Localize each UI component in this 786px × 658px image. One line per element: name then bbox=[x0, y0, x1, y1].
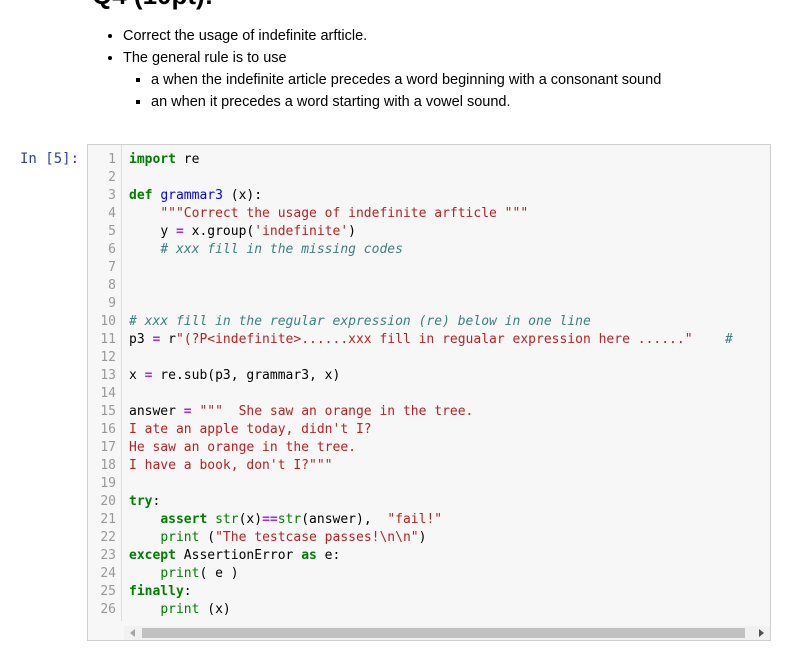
code-line-20: 20 try: bbox=[100, 494, 161, 509]
code-cell[interactable]: 1 import re 2 3 def grammar3 (x): 4 """Cor… bbox=[87, 144, 771, 641]
instruction-item: Correct the usage of indefinite arfticle… bbox=[123, 25, 661, 47]
code-line-4: 4 """Correct the usage of indefinite arf… bbox=[108, 206, 529, 221]
code-line-8: 8 bbox=[108, 278, 116, 293]
instruction-subitem: a when the indefinite article precedes a… bbox=[151, 69, 661, 91]
code-line-15: 15 answer = """ She saw an orange in the … bbox=[100, 404, 474, 419]
code-line-26: 26 print (x) bbox=[100, 602, 231, 617]
code-line-2: 2 bbox=[108, 170, 116, 185]
question-heading: Q4 (10pt): bbox=[92, 0, 213, 11]
code-line-17: 17 He saw an orange in the tree. bbox=[100, 440, 356, 455]
code-line-3: 3 def grammar3 (x): bbox=[108, 188, 263, 203]
code-line-24: 24 print( e ) bbox=[100, 566, 239, 581]
code-line-1: 1 import re bbox=[108, 152, 200, 167]
code-line-19: 19 bbox=[100, 476, 116, 491]
code-line-12: 12 bbox=[100, 350, 116, 365]
code-line-11: 11 p3 = r"(?P<indefinite>......xxx fill i… bbox=[100, 332, 733, 347]
scroll-right-icon[interactable] bbox=[759, 629, 764, 637]
scrollbar-thumb[interactable] bbox=[142, 628, 745, 638]
code-line-9: 9 bbox=[108, 296, 116, 311]
instruction-item: The general rule is to use a when the in… bbox=[123, 47, 661, 113]
code-line-10: 10 # xxx fill in the regular expression (… bbox=[100, 314, 591, 329]
code-line-21: 21 assert str(x)==str(answer), "fail!" bbox=[100, 512, 443, 527]
cell-prompt: In [5]: bbox=[20, 151, 80, 167]
code-line-16: 16 I ate an apple today, didn't I? bbox=[100, 422, 372, 437]
horizontal-scrollbar[interactable] bbox=[124, 626, 770, 640]
code-line-13: 13 x = re.sub(p3, grammar3, x) bbox=[100, 368, 341, 383]
code-editor[interactable]: 1 import re 2 3 def grammar3 (x): 4 """Cor… bbox=[88, 151, 770, 619]
code-line-5: 5 y = x.group('indefinite') bbox=[108, 224, 356, 239]
code-line-7: 7 bbox=[108, 260, 116, 275]
scroll-left-icon[interactable] bbox=[130, 629, 135, 637]
instruction-subitem: an when it precedes a word starting with… bbox=[151, 91, 661, 113]
code-line-25: 25 finally: bbox=[100, 584, 192, 599]
code-line-23: 23 except AssertionError as e: bbox=[100, 548, 341, 563]
instruction-text: The general rule is to use bbox=[123, 50, 287, 66]
code-line-18: 18 I have a book, don't I?""" bbox=[100, 458, 333, 473]
code-line-14: 14 bbox=[100, 386, 116, 401]
instructions-list: Correct the usage of indefinite arfticle… bbox=[92, 25, 661, 113]
code-line-6: 6 # xxx fill in the missing codes bbox=[108, 242, 403, 257]
code-line-22: 22 print ("The testcase passes!\n\n") bbox=[100, 530, 427, 545]
instructions-sublist: a when the indefinite article precedes a… bbox=[123, 69, 661, 113]
